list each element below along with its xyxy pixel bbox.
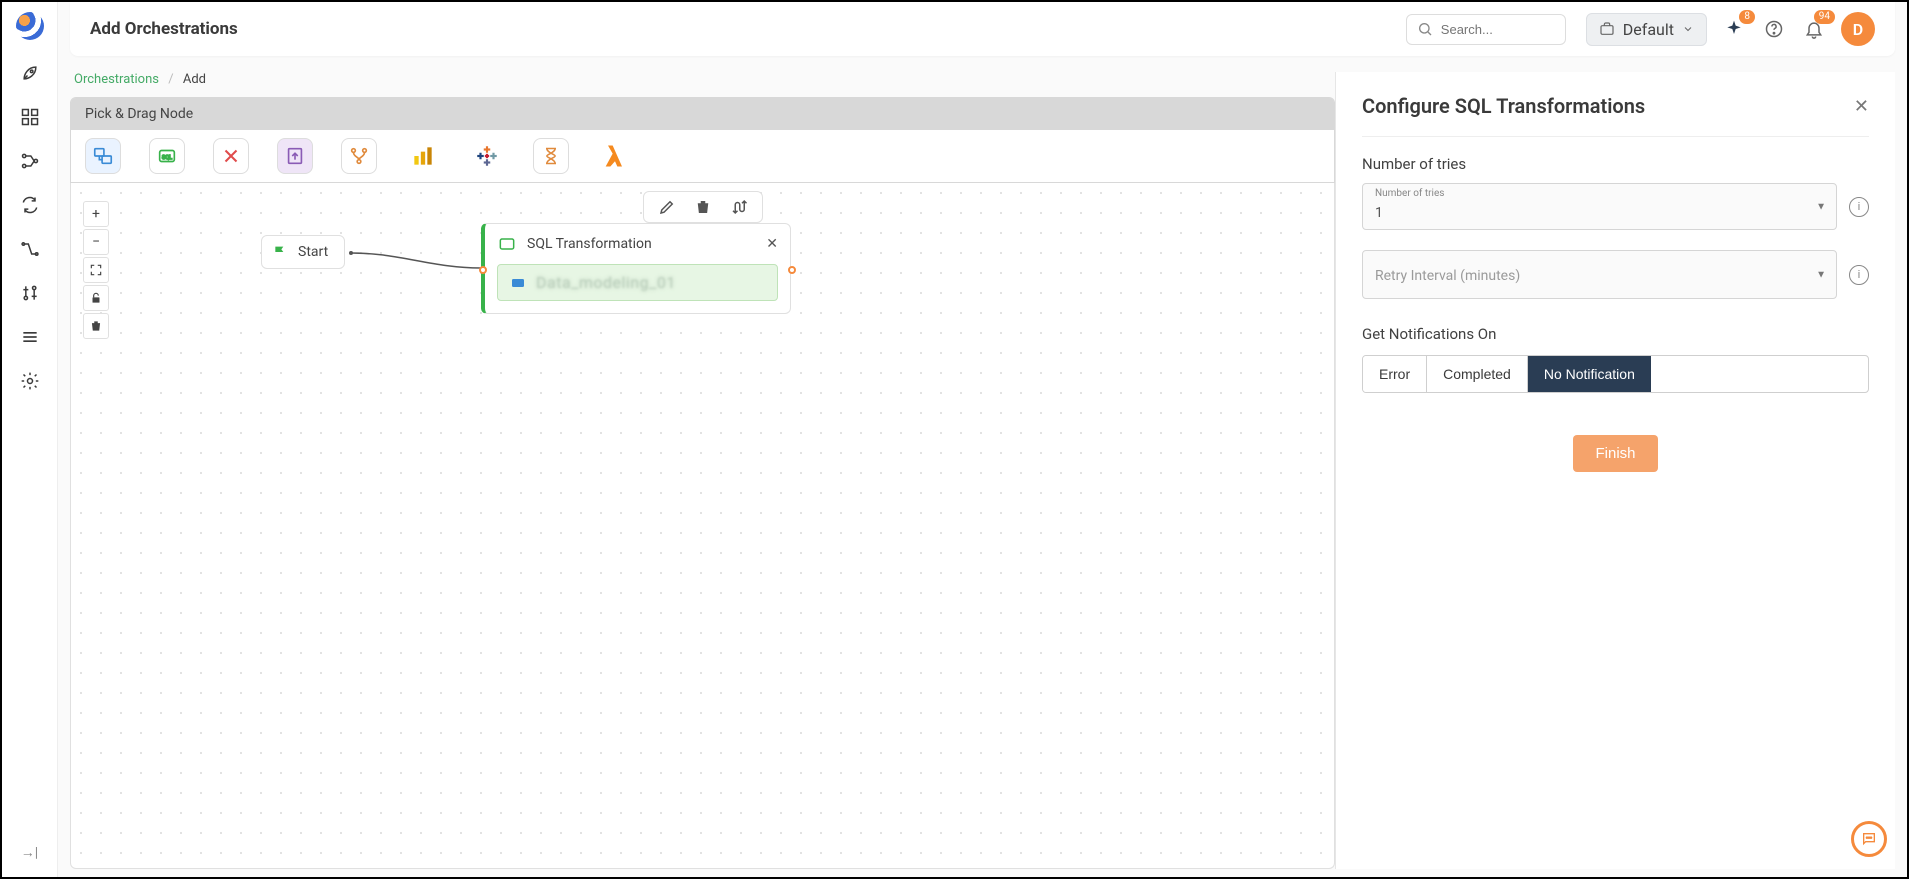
nav-collapse-icon[interactable]: →| [19, 841, 41, 863]
node-start[interactable]: Start [261, 235, 345, 269]
node-sql-body[interactable]: Data_modeling_01 [497, 264, 778, 301]
node-start-label: Start [298, 244, 328, 260]
search-icon [1417, 21, 1433, 37]
palette-item-sql[interactable]: SQL [149, 138, 185, 174]
tries-mini-label: Number of tries [1375, 188, 1444, 199]
avatar[interactable]: D [1841, 12, 1875, 46]
divider [1362, 136, 1869, 137]
notif-option-error[interactable]: Error [1363, 356, 1426, 392]
tries-section-label: Number of tries [1362, 155, 1869, 173]
palette-item-hourglass[interactable] [533, 138, 569, 174]
search-input[interactable] [1439, 21, 1519, 38]
palette-item-tableau[interactable] [469, 138, 505, 174]
notif-segmented: Error Completed No Notification [1362, 355, 1869, 393]
palette-item-migration[interactable] [85, 138, 121, 174]
retry-interval-select[interactable]: Retry Interval (minutes) ▼ [1362, 250, 1837, 299]
nav-sync-icon[interactable] [19, 194, 41, 216]
search-box[interactable] [1406, 14, 1566, 45]
breadcrumb: Orchestrations / Add [74, 72, 1335, 87]
canvas-toolbar [643, 191, 763, 223]
sql-chip-icon [508, 275, 528, 291]
sql-icon [497, 234, 517, 254]
panel-close-icon[interactable]: ✕ [1854, 96, 1869, 117]
bell-badge: 94 [1814, 10, 1835, 24]
retry-info-icon[interactable]: i [1849, 265, 1869, 285]
chat-icon [1861, 831, 1877, 847]
svg-text:SQL: SQL [162, 155, 172, 161]
app-logo[interactable] [16, 12, 44, 40]
workspace-label: Default [1623, 20, 1674, 39]
notifications-button[interactable]: 94 [1801, 16, 1827, 42]
nav-dashboard-icon[interactable] [19, 106, 41, 128]
palette-item-powerbi[interactable] [405, 138, 441, 174]
nav-rocket-icon[interactable] [19, 62, 41, 84]
top-bar: Add Orchestrations Default 8 [70, 2, 1895, 56]
breadcrumb-current: Add [183, 72, 206, 87]
tries-select[interactable]: Number of tries 1 ▼ [1362, 183, 1837, 230]
retry-interval-placeholder: Retry Interval (minutes) [1375, 268, 1520, 284]
palette-item-cancel[interactable] [213, 138, 249, 174]
trash-icon[interactable] [694, 198, 712, 216]
zoom-in-button[interactable]: + [83, 201, 109, 227]
delete-button[interactable] [83, 313, 109, 339]
help-icon [1764, 19, 1784, 39]
palette-title: Pick & Drag Node [71, 98, 1334, 130]
breadcrumb-root[interactable]: Orchestrations [74, 72, 159, 87]
zoom-out-button[interactable]: − [83, 229, 109, 255]
fit-screen-button[interactable] [83, 257, 109, 283]
help-button[interactable] [1761, 16, 1787, 42]
left-nav-rail: →| [2, 2, 58, 877]
page-title: Add Orchestrations [90, 19, 238, 39]
notif-option-none[interactable]: No Notification [1527, 356, 1651, 392]
node-close-icon[interactable]: ✕ [766, 236, 778, 252]
chevron-down-icon: ▼ [1816, 201, 1826, 212]
node-port-in[interactable] [479, 266, 487, 274]
nav-pipeline-icon[interactable] [19, 150, 41, 172]
sparkle-button[interactable]: 8 [1721, 16, 1747, 42]
chevron-down-icon [1682, 23, 1694, 35]
nav-settings-icon[interactable] [19, 370, 41, 392]
briefcase-icon [1599, 21, 1615, 37]
edit-icon[interactable] [658, 198, 676, 216]
breadcrumb-sep: / [168, 72, 173, 87]
nav-flow-icon[interactable] [19, 238, 41, 260]
workspace-dropdown[interactable]: Default [1586, 13, 1707, 46]
palette-item-branch[interactable] [341, 138, 377, 174]
route-icon[interactable] [730, 198, 748, 216]
tries-value: 1 [1375, 205, 1383, 221]
notif-option-completed[interactable]: Completed [1426, 356, 1527, 392]
node-sql-transformation[interactable]: SQL Transformation ✕ Data_modeling_01 [481, 223, 791, 314]
config-panel: Configure SQL Transformations ✕ Number o… [1335, 72, 1895, 869]
node-sql-title: SQL Transformation [527, 236, 652, 252]
finish-button[interactable]: Finish [1573, 435, 1657, 472]
palette-item-upload[interactable] [277, 138, 313, 174]
chevron-down-icon: ▼ [1816, 269, 1826, 280]
node-sql-subname: Data_modeling_01 [536, 273, 676, 292]
palette-item-lambda[interactable] [597, 138, 633, 174]
nav-compare-icon[interactable] [19, 282, 41, 304]
sparkle-badge: 8 [1739, 10, 1755, 24]
canvas[interactable]: + − Start [70, 183, 1335, 869]
chat-fab[interactable] [1851, 821, 1887, 857]
lock-button[interactable] [83, 285, 109, 311]
panel-title: Configure SQL Transformations [1362, 94, 1645, 118]
node-port-out[interactable] [788, 266, 796, 274]
node-palette: Pick & Drag Node SQL [70, 97, 1335, 183]
tries-info-icon[interactable]: i [1849, 197, 1869, 217]
flag-icon [272, 244, 288, 260]
notif-section-label: Get Notifications On [1362, 325, 1869, 343]
nav-list-icon[interactable] [19, 326, 41, 348]
